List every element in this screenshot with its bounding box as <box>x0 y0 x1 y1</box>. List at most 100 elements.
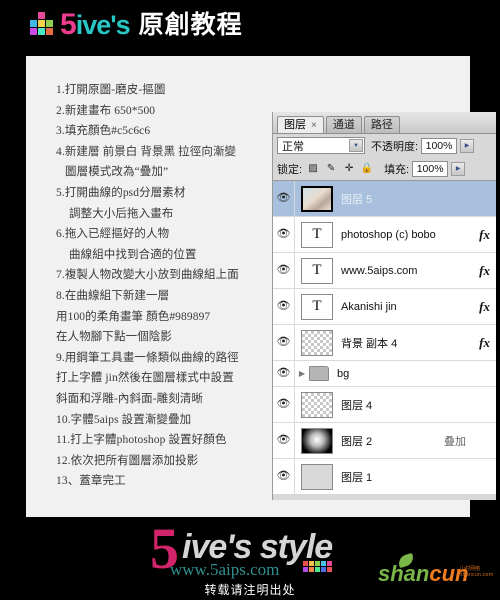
header-bar: 5 ive's 原創教程 <box>0 0 500 52</box>
tutorial-step-line: 12.依次把所有圖層添加投影 <box>56 454 199 467</box>
tutorial-step-line: 9.用鋼筆工具畫一條類似曲線的路徑 <box>56 351 239 364</box>
layer-row[interactable]: 👁 图层 4 <box>273 387 496 423</box>
move-lock-icon[interactable]: ✛ <box>342 162 356 176</box>
tutorial-step-line: 4.新建層 前景白 背景黑 拉徑向漸變 <box>56 145 237 158</box>
fill-input[interactable]: 100% <box>412 160 449 177</box>
opacity-input[interactable]: 100% <box>421 137 458 154</box>
transparency-lock-icon[interactable]: ▨ <box>306 162 320 176</box>
layer-thumbnail-cell[interactable] <box>295 329 339 356</box>
tutorial-steps-list: 1.打開原圖-磨皮-摳圖 2.新建畫布 650*500 3.填充顏色#c5c6c6 4… <box>56 80 262 492</box>
watermark-subtext: 山村网络 shancun.com <box>460 566 493 578</box>
layer-thumbnail-cell[interactable]: T <box>295 293 339 320</box>
layer-thumbnail: T <box>301 257 333 284</box>
folder-icon <box>309 366 329 381</box>
eye-icon: 👁 <box>276 336 291 348</box>
eye-icon: 👁 <box>276 367 291 379</box>
blend-mode-select[interactable]: 正常 ▼ <box>277 137 365 154</box>
layer-row[interactable]: 👁 Tphotoshop (c) bobo fx <box>273 217 496 253</box>
brush-lock-icon[interactable]: ✎ <box>324 162 338 176</box>
tutorial-step-line: 斜面和浮雕-內斜面-雕刻清晰 <box>56 392 204 405</box>
pixel-cell <box>309 567 314 572</box>
layer-name: photoshop (c) bobo <box>341 228 436 241</box>
layer-name: 背景 副本 4 <box>341 337 398 350</box>
tutorial-step-line: 在人物腳下點一個陰影 <box>56 331 172 344</box>
layer-name: 图层 2 <box>341 435 373 448</box>
layer-row[interactable]: 👁 图层 1 <box>273 459 496 495</box>
layer-thumbnail <box>301 185 333 212</box>
layer-thumbnail-cell[interactable]: T <box>295 257 339 284</box>
layer-visibility-toggle[interactable]: 👁 <box>273 325 295 360</box>
panel-tab-3[interactable]: 路径 <box>363 116 400 133</box>
layer-thumbnail-cell[interactable]: T <box>295 221 339 248</box>
layer-fx-icon[interactable]: fx <box>479 335 490 351</box>
layer-blend-mode: 叠加 <box>444 435 466 448</box>
tutorial-step-line: 1.打開原圖-磨皮-摳圖 <box>56 84 166 96</box>
chevron-right-icon[interactable]: ▶ <box>295 369 309 378</box>
panel-tab-label: 通道 <box>332 118 355 131</box>
footer-brand-bar: 5 ive's style www.5aips.com 转载请注明出处 <box>0 517 500 600</box>
tutorial-step-line: 6.拖入已經摳好的人物 <box>56 228 170 241</box>
tutorial-step-line: 5.打開曲線的psd分層素材 <box>56 186 186 199</box>
eye-icon: 👁 <box>276 398 291 410</box>
layer-fx-icon[interactable]: fx <box>479 263 490 279</box>
tutorial-step-line: 圖層模式改為“疊加” <box>65 166 169 179</box>
layer-row[interactable]: 👁 背景 副本 4 fx <box>273 325 496 361</box>
layers-list: 👁 图层 5 👁 Tphotoshop (c) bobo fx 👁 Twww.5aips.c… <box>273 180 496 495</box>
tutorial-step-line: 11.打上字體photoshop 設置好顏色 <box>56 434 227 447</box>
panel-tab-label: 图层 <box>284 118 306 131</box>
layer-thumbnail <box>301 463 333 490</box>
pixel-cell <box>315 561 320 566</box>
opacity-slider-button[interactable]: ▶ <box>460 138 475 153</box>
brand-logo: 5 ive's 原創教程 <box>30 10 243 40</box>
eye-icon: 👁 <box>276 228 291 240</box>
layer-visibility-toggle[interactable]: 👁 <box>273 253 295 288</box>
pixel-cell <box>303 567 308 572</box>
brand-subtitle-cn: 原創教程 <box>138 11 243 39</box>
photoshop-layers-panel: 图层 × 通道 路径 正常 ▼ 不透明度: 100% ▶ 锁定: ▨ ✎ ✛ 🔒 填充… <box>272 112 496 500</box>
layer-row[interactable]: 👁 图层 5 <box>273 181 496 217</box>
close-icon[interactable]: × <box>311 117 317 134</box>
watermark-part-a: shan <box>378 561 430 586</box>
layer-row[interactable]: 👁 图层 2 叠加 <box>273 423 496 459</box>
layer-name: 图层 1 <box>341 471 373 484</box>
layer-visibility-toggle[interactable]: 👁 <box>273 289 295 324</box>
layer-visibility-toggle[interactable]: 👁 <box>273 387 295 422</box>
tutorial-step-line: 調整大小后拖入畫布 <box>69 207 174 220</box>
panel-tab-2[interactable]: 通道 <box>325 116 362 133</box>
eye-icon: 👁 <box>276 192 291 204</box>
layer-row[interactable]: 👁 ▶ bg <box>273 361 496 387</box>
watermark-subtext-line2: shancun.com <box>460 572 494 578</box>
layer-thumbnail-cell[interactable] <box>295 185 339 212</box>
layer-thumbnail-cell[interactable] <box>295 391 339 418</box>
footer-style-word: ive's style <box>182 528 333 566</box>
panel-tab-1[interactable]: 图层 × <box>277 116 324 133</box>
layer-thumbnail-cell[interactable] <box>295 427 339 454</box>
fill-label: 填充: <box>384 163 410 176</box>
tutorial-step-line: 7.複製人物改變大小放到曲線組上面 <box>56 269 239 282</box>
layer-fx-icon[interactable]: fx <box>479 227 490 243</box>
eye-icon: 👁 <box>276 470 291 482</box>
layer-visibility-toggle[interactable]: 👁 <box>273 217 295 252</box>
layer-visibility-toggle[interactable]: 👁 <box>273 361 295 386</box>
tutorial-step-line: 3.填充顏色#c5c6c6 <box>56 125 151 138</box>
layer-visibility-toggle[interactable]: 👁 <box>273 459 295 494</box>
layer-row[interactable]: 👁 T Akanishi jin fx <box>273 289 496 325</box>
blend-mode-value: 正常 <box>282 140 304 153</box>
layer-visibility-toggle[interactable]: 👁 <box>273 423 295 458</box>
layer-thumbnail-cell[interactable] <box>295 463 339 490</box>
layer-fx-icon[interactable]: fx <box>479 299 490 315</box>
chevron-down-icon[interactable]: ▼ <box>349 139 363 152</box>
pixel-cell <box>46 20 53 27</box>
layer-thumbnail <box>301 391 333 418</box>
pixel-cell <box>38 28 45 35</box>
all-lock-icon[interactable]: 🔒 <box>360 162 374 176</box>
fill-slider-button[interactable]: ▶ <box>451 161 466 176</box>
pixel-cell <box>38 12 45 19</box>
layer-row[interactable]: 👁 Twww.5aips.com fx <box>273 253 496 289</box>
tutorial-step-line: 打上字體 jin然後在圖層樣式中設置 <box>56 372 234 385</box>
eye-icon: 👁 <box>276 300 291 312</box>
layer-visibility-toggle[interactable]: 👁 <box>273 181 295 216</box>
tutorial-step-line: 13、蓋章完工 <box>56 475 126 488</box>
blend-mode-row: 正常 ▼ 不透明度: 100% ▶ <box>273 134 496 157</box>
pixel-cell <box>46 28 53 35</box>
